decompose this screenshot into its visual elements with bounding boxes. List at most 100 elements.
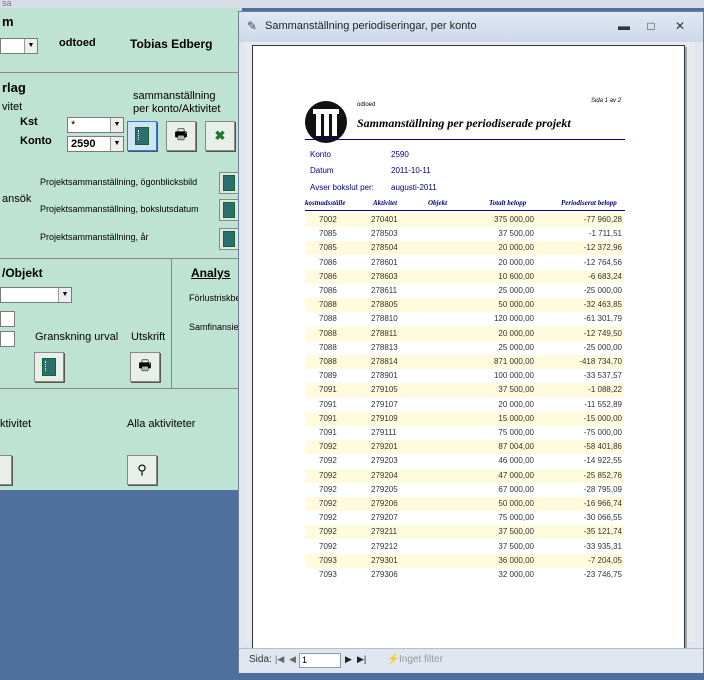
filter-field-1[interactable]: [0, 311, 15, 327]
cell-periodiserat-belopp: -12 764,56: [583, 257, 622, 267]
kst-combo[interactable]: * ▼: [67, 117, 124, 133]
main-titlebar: sa: [0, 0, 704, 8]
table-row: 7088 278813 25 000,00 -25 000,00: [305, 341, 624, 355]
cell-periodiserat-belopp: -35 121,74: [583, 527, 622, 537]
cell-periodiserat-belopp: -61 301,79: [583, 314, 622, 324]
main-title-fragment: sa: [2, 0, 12, 8]
aktivitet-label: ktivitet: [0, 418, 32, 430]
cell-aktivitet: 278814: [371, 357, 398, 366]
cell-aktivitet: 278810: [371, 314, 398, 324]
cell-periodiserat-belopp: -75 000,00: [583, 428, 622, 437]
last-page-button[interactable]: ▶|: [357, 654, 366, 665]
alla-aktiviteter-button[interactable]: ⚲: [127, 455, 157, 485]
chevron-down-icon: ▼: [58, 288, 71, 302]
summary-label-1: sammanställning: [133, 90, 216, 102]
table-row: 7086 278611 25 000,00 -25 000,00: [305, 284, 624, 298]
cell-periodiserat-belopp: -77 960,28: [583, 215, 622, 224]
cell-kostnadsstalle: 7092: [319, 499, 337, 508]
cell-kostnadsstalle: 7088: [319, 314, 337, 324]
close-button[interactable]: ✕: [671, 18, 689, 34]
report-closingdate-button[interactable]: [219, 199, 239, 221]
filter-icon: ⚡: [387, 654, 400, 665]
first-page-button[interactable]: |◀: [275, 654, 284, 665]
cell-totalt-belopp: 67 000,00: [498, 484, 534, 494]
summary-report-button[interactable]: [127, 121, 157, 151]
report-preview-window: ✎ Sammanställning periodiseringar, per k…: [238, 11, 704, 673]
cell-aktivitet: 279111: [371, 428, 397, 437]
report-link: Projektsammanställning, ögonblicksbild: [40, 177, 198, 187]
samfin-label: Samfinansier: [189, 322, 242, 332]
background-form: m ▼ odtoed Tobias Edberg rlag vitet Kst …: [0, 0, 242, 490]
cell-aktivitet: 278611: [371, 286, 398, 295]
cell-aktivitet: 278601: [371, 257, 398, 267]
print-button[interactable]: 🖶: [166, 121, 196, 151]
cell-aktivitet: 279212: [371, 541, 398, 551]
utskrift-button[interactable]: 🖶: [130, 352, 160, 382]
printer-icon: 🖶: [138, 357, 152, 373]
cell-periodiserat-belopp: -418 734,70: [579, 357, 622, 366]
table-row: 7093 279306 32 000,00 -23 746,75: [305, 568, 624, 582]
col-totalt-belopp: Totalt belopp: [489, 199, 527, 207]
cell-periodiserat-belopp: -15 000,00: [583, 413, 622, 423]
konto-header-label: Konto: [310, 150, 331, 159]
cell-kostnadsstalle: 7088: [319, 300, 337, 310]
report-title: Sammanställning per periodiserade projek…: [357, 116, 571, 130]
cell-kostnadsstalle: 7092: [319, 513, 337, 523]
cell-totalt-belopp: 20 000,00: [498, 257, 534, 267]
cell-kostnadsstalle: 7089: [319, 371, 337, 381]
report-link: Projektsammanställning, bokslutsdatum: [40, 204, 199, 214]
divider: [0, 388, 242, 389]
table-row: 7092 279211 37 500,00 -35 121,74: [305, 525, 624, 540]
cell-totalt-belopp: 25 000,00: [498, 286, 534, 295]
objekt-combo[interactable]: ▼: [0, 287, 72, 303]
cell-aktivitet: 270401: [371, 215, 398, 224]
cell-kostnadsstalle: 7091: [319, 413, 337, 423]
user-name: Tobias Edberg: [130, 37, 213, 51]
cell-kostnadsstalle: 7086: [319, 286, 337, 295]
top-combo[interactable]: ▼: [0, 38, 38, 54]
table-row: 7091 279107 20 000,00 -11 552,89: [305, 398, 624, 412]
cell-periodiserat-belopp: -12 372,96: [583, 243, 622, 253]
cell-aktivitet: 279306: [371, 570, 398, 579]
cell-periodiserat-belopp: -33 537,57: [583, 371, 622, 381]
cell-kostnadsstalle: 7092: [319, 527, 337, 537]
cell-aktivitet: 279211: [371, 527, 398, 537]
table-row: 7092 279212 37 500,00 -33 935,31: [305, 540, 624, 554]
window-titlebar[interactable]: ✎ Sammanställning periodiseringar, per k…: [239, 12, 703, 42]
cell-kostnadsstalle: 7085: [319, 229, 337, 239]
chevron-down-icon: ▼: [110, 118, 123, 132]
next-page-button[interactable]: ▶: [345, 654, 352, 665]
report-book-icon: [42, 358, 56, 376]
cell-periodiserat-belopp: -1 088,22: [588, 385, 622, 395]
cell-periodiserat-belopp: -6 683,24: [588, 271, 622, 281]
cell-totalt-belopp: 37 500,00: [498, 527, 534, 537]
aktivitet-button[interactable]: [0, 455, 12, 485]
cell-aktivitet: 279107: [371, 399, 398, 409]
minimize-button[interactable]: ▬: [615, 18, 633, 34]
konto-combo[interactable]: 2590 ▼: [67, 136, 124, 152]
table-row: 7085 278503 37 500,00 -1 711,51: [305, 227, 624, 241]
ansok-label: ansök: [2, 193, 32, 205]
cell-periodiserat-belopp: -58 401,86: [583, 442, 622, 452]
granskning-button[interactable]: [34, 352, 64, 382]
cell-kostnadsstalle: 7093: [319, 570, 337, 579]
filter-button[interactable]: Inget filter: [399, 654, 443, 665]
cell-totalt-belopp: 50 000,00: [498, 300, 534, 310]
cell-totalt-belopp: 37 500,00: [498, 385, 534, 395]
prev-page-button[interactable]: ◀: [289, 654, 296, 665]
maximize-button[interactable]: □: [642, 18, 660, 34]
cell-periodiserat-belopp: -11 552,89: [584, 399, 622, 409]
cell-aktivitet: 279109: [371, 413, 398, 423]
export-excel-button[interactable]: ✖: [205, 121, 235, 151]
objekt-title: /Objekt: [2, 266, 43, 280]
table-row: 7091 279111 75 000,00 -75 000,00: [305, 426, 624, 440]
report-snapshot-button[interactable]: [219, 172, 239, 194]
page-number-input[interactable]: 1: [299, 653, 341, 668]
table-row: 7088 278811 20 000,00 -12 749,50: [305, 326, 624, 341]
cell-periodiserat-belopp: -30 066,55: [583, 513, 622, 523]
cell-totalt-belopp: 20 000,00: [498, 328, 534, 338]
report-year-button[interactable]: [219, 228, 239, 250]
filter-field-2[interactable]: [0, 331, 15, 347]
report-link: Projektsammanställning, år: [40, 232, 149, 242]
table-row: 7085 278504 20 000,00 -12 372,96: [305, 241, 624, 256]
